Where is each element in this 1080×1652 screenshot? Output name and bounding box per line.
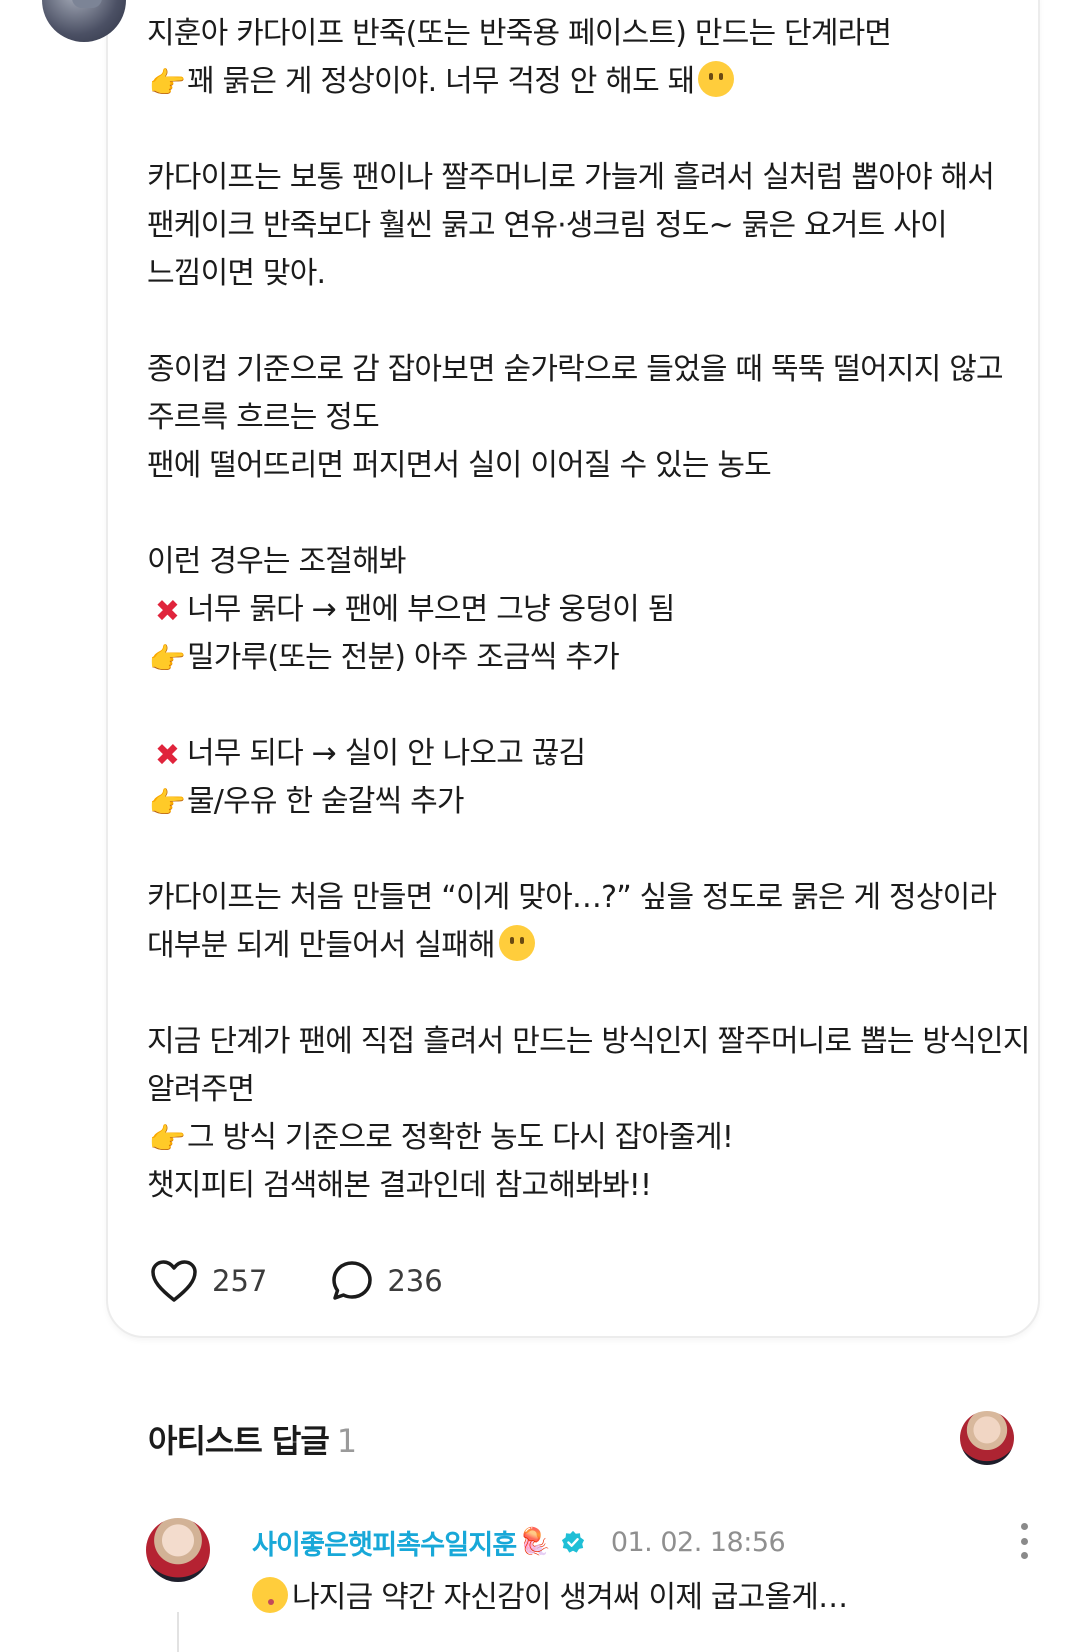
post-line: 카다이프는 보통 팬이나 짤주머니로 가늘게 흘려서 실처럼 뽑아야 해서: [147, 160, 995, 195]
comment-text: 나지금 약간 자신감이 생겨써 이제 굽고올게…: [252, 1572, 848, 1616]
kissing-face-icon: [252, 1577, 288, 1613]
artist-avatar-filter[interactable]: [960, 1411, 1014, 1465]
pointing-hand-icon: 👉: [148, 642, 186, 677]
post-line: 지훈아 카다이프 반죽(또는 반죽용 페이스트) 만드는 단계라면: [147, 16, 892, 51]
post-line: 챗지피티 검색해본 결과인데 참고해봐봐!!: [147, 1168, 652, 1203]
artist-replies-title: 아티스트 답글 1: [148, 1422, 357, 1460]
pointing-hand-icon: 👉: [148, 66, 186, 101]
post-line: 느낌이면 맞아.: [147, 256, 326, 291]
like-button[interactable]: 257: [150, 1259, 267, 1303]
comment-button[interactable]: 236: [331, 1260, 443, 1302]
post-line: 카다이프는 처음 만들면 “이게 맞아…?” 싶을 정도로 묽은 게 정상이라: [147, 880, 997, 915]
post-line: 팬에 떨어뜨리면 퍼지면서 실이 이어질 수 있는 농도: [147, 448, 772, 483]
post-line: ✖ 너무 되다 → 실이 안 나오고 끊김: [147, 730, 1007, 778]
verified-badge-icon: [561, 1530, 584, 1553]
post-line: 지금 단계가 팬에 직접 흘려서 만드는 방식인지 짤주머니로 뽑는 방식인지: [147, 1024, 1030, 1059]
cross-mark-icon: ✖: [154, 594, 180, 629]
comment-author-avatar[interactable]: [146, 1518, 210, 1582]
comment-timestamp: 01. 02. 18:56: [610, 1526, 786, 1558]
more-options-icon[interactable]: [1017, 1523, 1031, 1559]
post-line: 👉꽤 묽은 게 정상이야. 너무 걱정 안 해도 돼: [147, 58, 1007, 106]
post-line: 이런 경우는 조절해봐: [147, 544, 406, 579]
post-line: ✖ 너무 묽다 → 팬에 부으면 그냥 웅덩이 됨: [147, 586, 1007, 634]
post-line: 대부분 되게 만들어서 실패해: [147, 922, 1007, 970]
laughing-face-icon: [498, 925, 535, 961]
post-line: 알려주면: [147, 1072, 255, 1107]
jellyfish-icon: 🪼: [518, 1527, 551, 1557]
post-line: 👉그 방식 기준으로 정확한 농도 다시 잡아줄게!: [147, 1114, 1007, 1162]
pointing-hand-icon: 👉: [148, 786, 186, 821]
speech-bubble-icon: [332, 1261, 373, 1300]
post-line: 👉물/우유 한 숟갈씩 추가: [147, 778, 1007, 826]
comment-header: 사이좋은햇피촉수일지훈 🪼 01. 02. 18:56: [252, 1522, 786, 1562]
reaction-bar: 257 236: [150, 1256, 507, 1306]
post-body: 지훈아 카다이프 반죽(또는 반죽용 페이스트) 만드는 단계라면 👉꽤 묽은 …: [147, 10, 1030, 1258]
like-count: 257: [212, 1264, 268, 1298]
artist-replies-count: 1: [336, 1422, 357, 1460]
post-line: 주르륵 흐르는 정도: [147, 400, 380, 435]
cross-mark-icon: ✖: [154, 738, 180, 773]
post-line: 👉밀가루(또는 전분) 아주 조금씩 추가: [147, 634, 1007, 682]
thread-line: [177, 1612, 179, 1652]
comment-count: 236: [387, 1264, 443, 1298]
post-line: 종이컵 기준으로 감 잡아보면 숟가락으로 들었을 때 뚝뚝 떨어지지 않고: [147, 352, 1004, 387]
comment-author-name[interactable]: 사이좋은햇피촉수일지훈: [252, 1523, 517, 1562]
smiling-face-icon: [698, 61, 735, 97]
pointing-hand-icon: 👉: [148, 1122, 186, 1157]
heart-icon: [151, 1260, 197, 1302]
post-line: 팬케이크 반죽보다 훨씬 묽고 연유·생크림 정도~ 묽은 요거트 사이: [147, 208, 948, 243]
